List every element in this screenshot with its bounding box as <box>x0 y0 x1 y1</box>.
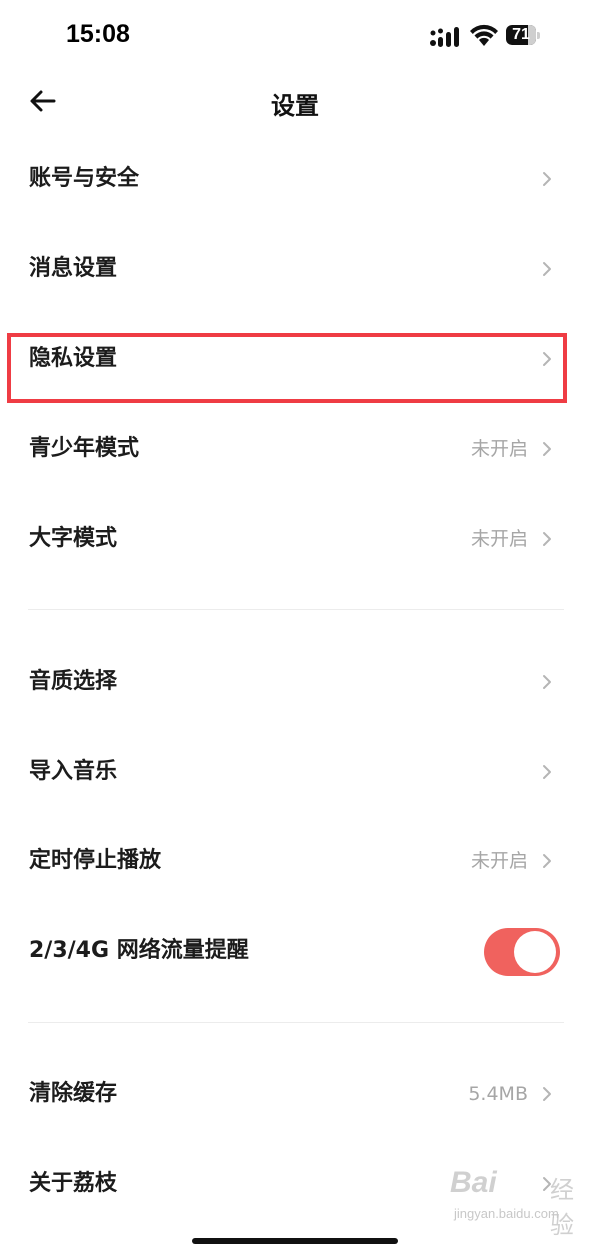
cellular-signal-icon <box>430 27 459 47</box>
network-alert-toggle[interactable] <box>484 928 560 976</box>
row-value: 未开启 <box>470 528 528 550</box>
chevron-right-icon <box>543 262 551 276</box>
row-label: 大字模式 <box>29 526 118 551</box>
status-time: 15:08 <box>66 20 130 48</box>
toggle-knob <box>514 931 556 973</box>
settings-row-message[interactable]: 消息设置 <box>0 224 590 314</box>
settings-row-clear-cache[interactable]: 清除缓存 5.4MB <box>0 1049 590 1139</box>
settings-row-audio-quality[interactable]: 音质选择 <box>0 637 590 727</box>
section-divider <box>28 1022 564 1023</box>
chevron-right-icon <box>543 172 551 186</box>
status-bar: 15:08 71 <box>0 0 590 74</box>
row-value: 未开启 <box>470 438 528 460</box>
settings-row-sleep-timer[interactable]: 定时停止播放 未开启 <box>0 816 590 906</box>
chevron-right-icon <box>543 532 551 546</box>
page-title: 设置 <box>271 92 319 120</box>
chevron-right-icon <box>543 442 551 456</box>
row-label: 账号与安全 <box>29 166 140 191</box>
settings-row-import-music[interactable]: 导入音乐 <box>0 727 590 817</box>
row-label: 消息设置 <box>29 256 118 281</box>
row-label: 定时停止播放 <box>29 848 162 873</box>
home-indicator <box>192 1238 398 1244</box>
nav-bar: 设置 <box>0 74 590 132</box>
settings-row-teen-mode[interactable]: 青少年模式 未开启 <box>0 404 590 494</box>
chevron-right-icon <box>543 854 551 868</box>
row-label: 清除缓存 <box>29 1081 118 1106</box>
settings-row-large-font[interactable]: 大字模式 未开启 <box>0 494 590 584</box>
row-label: 导入音乐 <box>29 759 118 784</box>
settings-row-network-alert: 2/3/4G 网络流量提醒 <box>0 906 590 996</box>
row-label: 关于荔枝 <box>29 1171 118 1196</box>
watermark-url: jingyan.baidu.com <box>454 1206 559 1221</box>
row-label: 青少年模式 <box>29 436 140 461</box>
chevron-right-icon <box>543 765 551 779</box>
row-value: 5.4MB <box>468 1083 528 1105</box>
privacy-highlight-box <box>7 333 567 403</box>
battery-percentage: 71 <box>512 26 530 43</box>
chevron-right-icon <box>543 1087 551 1101</box>
settings-row-account-security[interactable]: 账号与安全 <box>0 134 590 224</box>
chevron-right-icon <box>543 675 551 689</box>
battery-icon: 71 <box>506 25 540 47</box>
watermark-brand: Bai <box>450 1166 497 1199</box>
baidu-jingyan-watermark: Bai 经验 jingyan.baidu.com <box>450 1166 590 1239</box>
row-label: 2/3/4G 网络流量提醒 <box>29 938 249 963</box>
section-divider <box>28 609 564 610</box>
wifi-icon <box>470 24 498 46</box>
row-value: 未开启 <box>470 850 528 872</box>
row-label: 音质选择 <box>29 669 118 694</box>
watermark-cn: 经验 <box>550 1176 574 1239</box>
